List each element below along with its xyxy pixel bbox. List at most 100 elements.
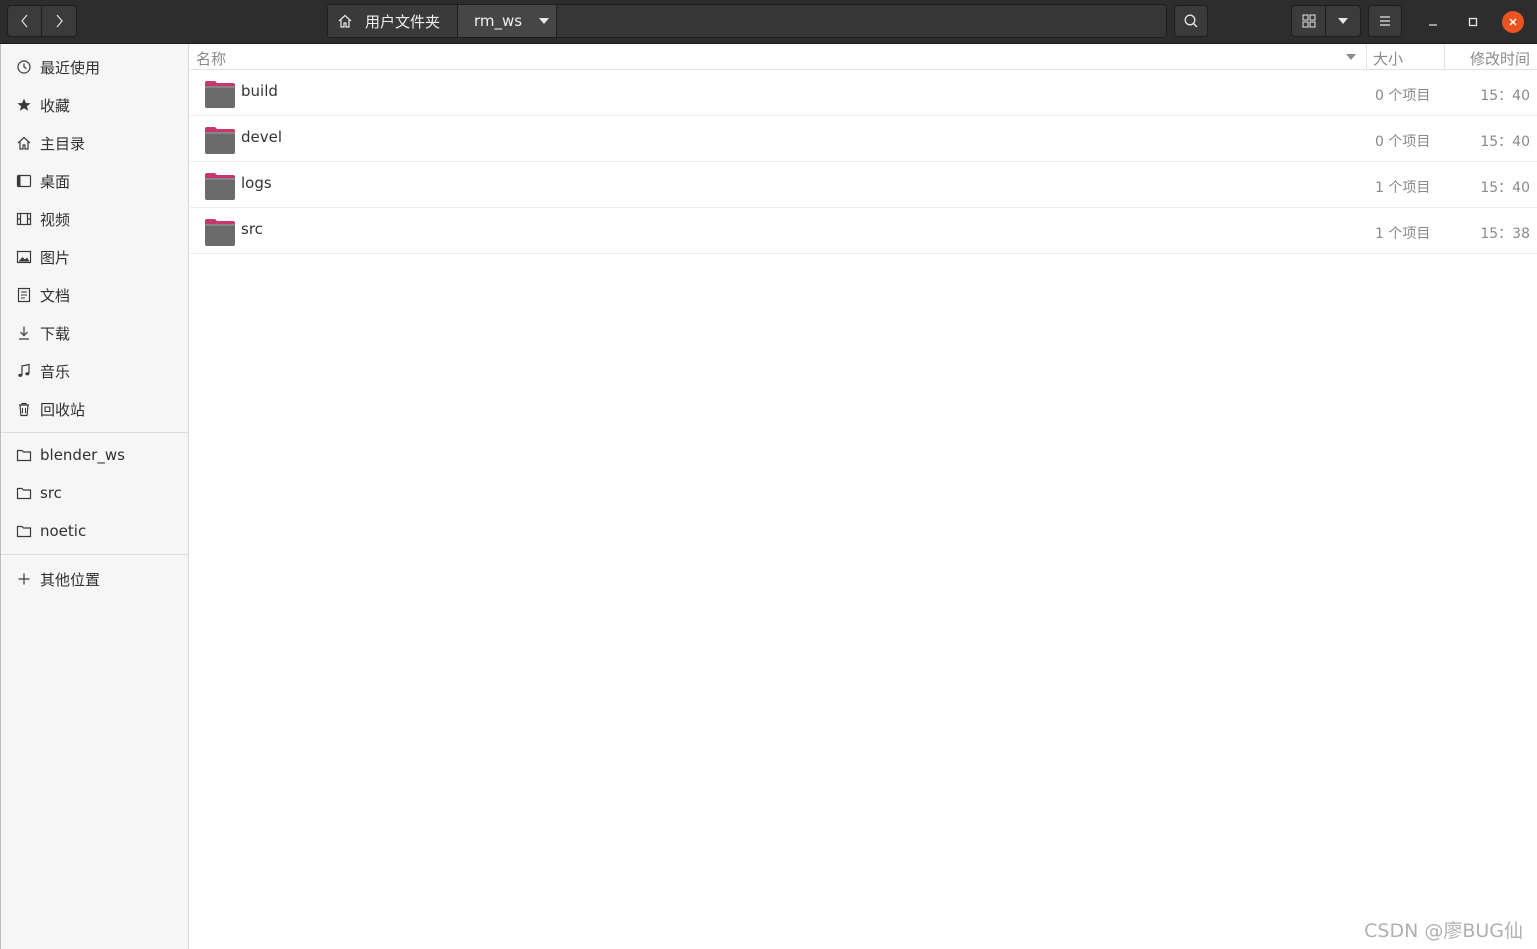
file-size: 0 个项目 — [1375, 134, 1431, 150]
view-options-button[interactable] — [1326, 5, 1361, 37]
sidebar-item-bookmark-blender-ws[interactable]: blender_ws — [1, 437, 189, 473]
sidebar: 最近使用 收藏 主目录 桌面 视频 图片 文档 下载 音乐 回收站 blende… — [0, 44, 189, 949]
breadcrumb-home-label: 用户文件夹 — [365, 12, 441, 31]
document-icon — [16, 287, 32, 303]
sidebar-item-label: 其他位置 — [40, 570, 101, 589]
sidebar-item-label: 音乐 — [40, 362, 71, 381]
clock-icon — [16, 59, 32, 75]
grid-icon — [1302, 14, 1315, 28]
breadcrumb-home[interactable]: 用户文件夹 — [328, 5, 458, 37]
maximize-button[interactable] — [1462, 11, 1484, 33]
file-row[interactable]: build 0 个项目 15：40 — [190, 70, 1537, 116]
sidebar-item-music[interactable]: 音乐 — [1, 353, 189, 389]
breadcrumb-current[interactable]: rm_ws — [458, 5, 557, 37]
column-size-header[interactable]: 大小 — [1373, 48, 1403, 69]
sidebar-item-label: 图片 — [40, 248, 71, 267]
sidebar-item-desktop[interactable]: 桌面 — [1, 163, 189, 199]
file-name: build — [241, 82, 278, 100]
file-size: 1 个项目 — [1375, 226, 1431, 242]
back-button[interactable] — [7, 5, 42, 37]
search-icon — [1184, 14, 1198, 28]
sidebar-item-starred[interactable]: 收藏 — [1, 87, 189, 123]
sidebar-item-label: noetic — [40, 522, 87, 540]
trash-icon — [16, 401, 32, 417]
sidebar-item-label: 收藏 — [40, 96, 71, 115]
sidebar-item-label: 下载 — [40, 324, 71, 343]
sidebar-item-trash[interactable]: 回收站 — [1, 391, 189, 427]
sidebar-item-label: 最近使用 — [40, 58, 101, 77]
sidebar-item-bookmark-src[interactable]: src — [1, 475, 189, 511]
folder-icon — [205, 173, 235, 200]
sidebar-item-recent[interactable]: 最近使用 — [1, 49, 189, 85]
chevron-right-icon — [56, 14, 63, 28]
file-modified: 15：40 — [1480, 180, 1530, 196]
column-divider[interactable] — [1366, 44, 1367, 70]
sidebar-item-label: blender_ws — [40, 446, 125, 464]
film-icon — [16, 211, 32, 227]
chevron-left-icon — [20, 14, 27, 28]
plus-icon — [16, 571, 32, 587]
file-name: logs — [241, 174, 272, 192]
file-row[interactable]: src 1 个项目 15：38 — [190, 208, 1537, 254]
column-header: 名称 大小 修改时间 — [190, 44, 1537, 70]
file-name: src — [241, 220, 263, 238]
search-button[interactable] — [1174, 5, 1208, 37]
sidebar-item-documents[interactable]: 文档 — [1, 277, 189, 313]
file-row[interactable]: logs 1 个项目 15：40 — [190, 162, 1537, 208]
sidebar-item-label: 视频 — [40, 210, 71, 229]
folder-icon — [16, 447, 32, 463]
watermark: CSDN @廖BUG仙 — [1364, 920, 1523, 942]
column-modified-header[interactable]: 修改时间 — [1470, 48, 1530, 69]
column-divider[interactable] — [1444, 44, 1445, 70]
sidebar-divider — [1, 432, 189, 433]
menu-button[interactable] — [1368, 5, 1402, 37]
desktop-icon — [16, 173, 32, 189]
sidebar-item-bookmark-noetic[interactable]: noetic — [1, 513, 189, 549]
sidebar-divider — [1, 554, 189, 555]
image-icon — [16, 249, 32, 265]
folder-icon — [16, 485, 32, 501]
star-icon — [16, 97, 32, 113]
view-buttons — [1291, 5, 1361, 37]
minimize-icon — [1429, 24, 1437, 26]
navigation-buttons — [7, 5, 77, 37]
download-icon — [16, 325, 32, 341]
header-bar: 用户文件夹 rm_ws — [0, 0, 1537, 44]
folder-icon — [205, 127, 235, 154]
sidebar-item-label: 文档 — [40, 286, 71, 305]
maximize-icon — [1468, 17, 1478, 27]
file-modified: 15：40 — [1480, 134, 1530, 150]
grid-view-button[interactable] — [1291, 5, 1326, 37]
sidebar-item-videos[interactable]: 视频 — [1, 201, 189, 237]
file-size: 1 个项目 — [1375, 180, 1431, 196]
file-modified: 15：38 — [1480, 226, 1530, 242]
music-icon — [16, 363, 32, 379]
sidebar-item-downloads[interactable]: 下载 — [1, 315, 189, 351]
chevron-down-icon — [1338, 18, 1348, 24]
file-modified: 15：40 — [1480, 88, 1530, 104]
column-name-header[interactable]: 名称 — [196, 48, 226, 69]
dropdown-arrow-icon — [539, 18, 550, 24]
close-icon — [1509, 18, 1517, 26]
sidebar-item-label: 回收站 — [40, 400, 86, 419]
sidebar-item-label: 桌面 — [40, 172, 71, 191]
minimize-button[interactable] — [1422, 11, 1444, 33]
sidebar-item-label: 主目录 — [40, 134, 86, 153]
home-icon — [338, 14, 352, 28]
file-list: 名称 大小 修改时间 build 0 个项目 15：40 devel 0 个项目… — [190, 44, 1537, 949]
sort-descending-icon — [1346, 54, 1356, 60]
breadcrumb-current-label: rm_ws — [474, 12, 523, 30]
hamburger-icon — [1380, 16, 1390, 26]
path-bar: 用户文件夹 rm_ws — [327, 4, 1167, 38]
home-icon — [16, 135, 32, 151]
sidebar-item-other-locations[interactable]: 其他位置 — [1, 561, 189, 597]
sidebar-item-home[interactable]: 主目录 — [1, 125, 189, 161]
file-size: 0 个项目 — [1375, 88, 1431, 104]
folder-icon — [205, 81, 235, 108]
close-button[interactable] — [1502, 11, 1524, 33]
folder-icon — [205, 219, 235, 246]
folder-icon — [16, 523, 32, 539]
forward-button[interactable] — [42, 5, 77, 37]
sidebar-item-pictures[interactable]: 图片 — [1, 239, 189, 275]
file-row[interactable]: devel 0 个项目 15：40 — [190, 116, 1537, 162]
